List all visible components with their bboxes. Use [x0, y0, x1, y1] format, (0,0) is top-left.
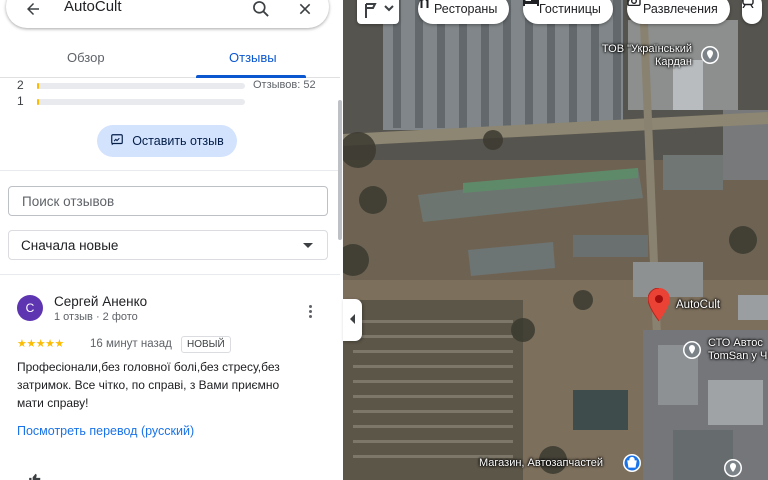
poi-sto-label[interactable]: СТО Автос TomSan у Ч [708, 337, 767, 363]
rating-bar-fill [37, 83, 40, 89]
satellite-map[interactable]: Рестораны Гостиницы Развлечения ТОВ "Укр… [343, 0, 768, 480]
chip-label: Развлечения [643, 2, 718, 16]
review-stars: ★★★★★ [17, 338, 64, 350]
rating-row-label: 1 [17, 94, 24, 108]
more-options-icon[interactable] [303, 303, 317, 321]
rating-row-label: 2 [17, 78, 24, 92]
review-author[interactable]: Сергей Аненко [54, 294, 147, 309]
divider [0, 274, 340, 275]
chip-restaurants[interactable]: Рестораны [418, 0, 510, 24]
tab-overview[interactable]: Обзор [67, 50, 105, 65]
search-icon[interactable] [250, 0, 272, 20]
tab-reviews[interactable]: Отзывы [229, 50, 277, 65]
chip-label: Гостиницы [539, 2, 601, 16]
rating-bar-track [37, 99, 245, 105]
new-badge: НОВЫЙ [181, 336, 231, 353]
review-author-meta: 1 отзыв · 2 фото [54, 311, 138, 323]
avatar[interactable]: С [17, 295, 43, 321]
review-search-input[interactable] [8, 186, 328, 216]
active-tab-indicator [196, 75, 306, 78]
review-count: Отзывов: 52 [253, 79, 316, 91]
chevron-left-icon [349, 311, 357, 329]
review-card: С Сергей Аненко 1 отзыв · 2 фото ★★★★★ 1… [0, 276, 340, 480]
chip-label: Рестораны [434, 2, 498, 16]
avatar-letter: С [25, 301, 35, 315]
write-review-button[interactable]: Оставить отзыв [97, 125, 237, 157]
chip-entertainment[interactable]: Развлечения [627, 0, 730, 24]
write-review-label: Оставить отзыв [132, 134, 224, 148]
sort-selected-value: Сначала новые [21, 238, 119, 253]
review-time: 16 минут назад [90, 338, 172, 350]
poi-autocult-label[interactable]: AutoCult [676, 299, 720, 312]
divider [0, 170, 340, 171]
poi-label-line: TomSan у Ч [708, 350, 768, 362]
search-query-text[interactable]: AutoCult [64, 0, 122, 16]
close-icon[interactable] [294, 0, 316, 20]
chip-hotels[interactable]: Гостиницы [523, 0, 613, 24]
chip-transit[interactable] [742, 0, 762, 24]
poi-label-line: СТО Автос [708, 337, 763, 349]
poi-label-line: ТОВ "Український [601, 43, 693, 55]
caret-down-icon [303, 243, 313, 248]
review-text: Професіонали,без головної болі,без стрес… [17, 360, 280, 410]
sort-dropdown[interactable]: Сначала новые [8, 230, 328, 260]
review-actions [28, 472, 42, 480]
like-icon[interactable] [28, 473, 42, 480]
rating-bar-fill [37, 99, 40, 105]
tab-bar: Обзор Отзывы [0, 42, 340, 78]
poi-shop-label[interactable]: Магазин, Автозапчастей [479, 457, 603, 470]
poi-label-line: Кардан [655, 56, 693, 68]
search-box[interactable]: AutoCult [6, 0, 329, 28]
back-arrow-icon[interactable] [22, 0, 44, 20]
place-panel: AutoCult Обзор Отзывы 2 1 Отзывов: 52 Ос… [0, 0, 343, 480]
collapse-panel-button[interactable] [343, 299, 362, 341]
layers-button[interactable] [357, 0, 399, 24]
poi-kardan-label[interactable]: ТОВ "Український Кардан [597, 43, 692, 69]
satellite-imagery [343, 0, 768, 480]
panel-scrollbar[interactable] [338, 100, 342, 240]
rate-review-icon [110, 133, 124, 150]
translate-link[interactable]: Посмотреть перевод (русский) [17, 424, 194, 438]
rating-bar-track [37, 83, 245, 89]
